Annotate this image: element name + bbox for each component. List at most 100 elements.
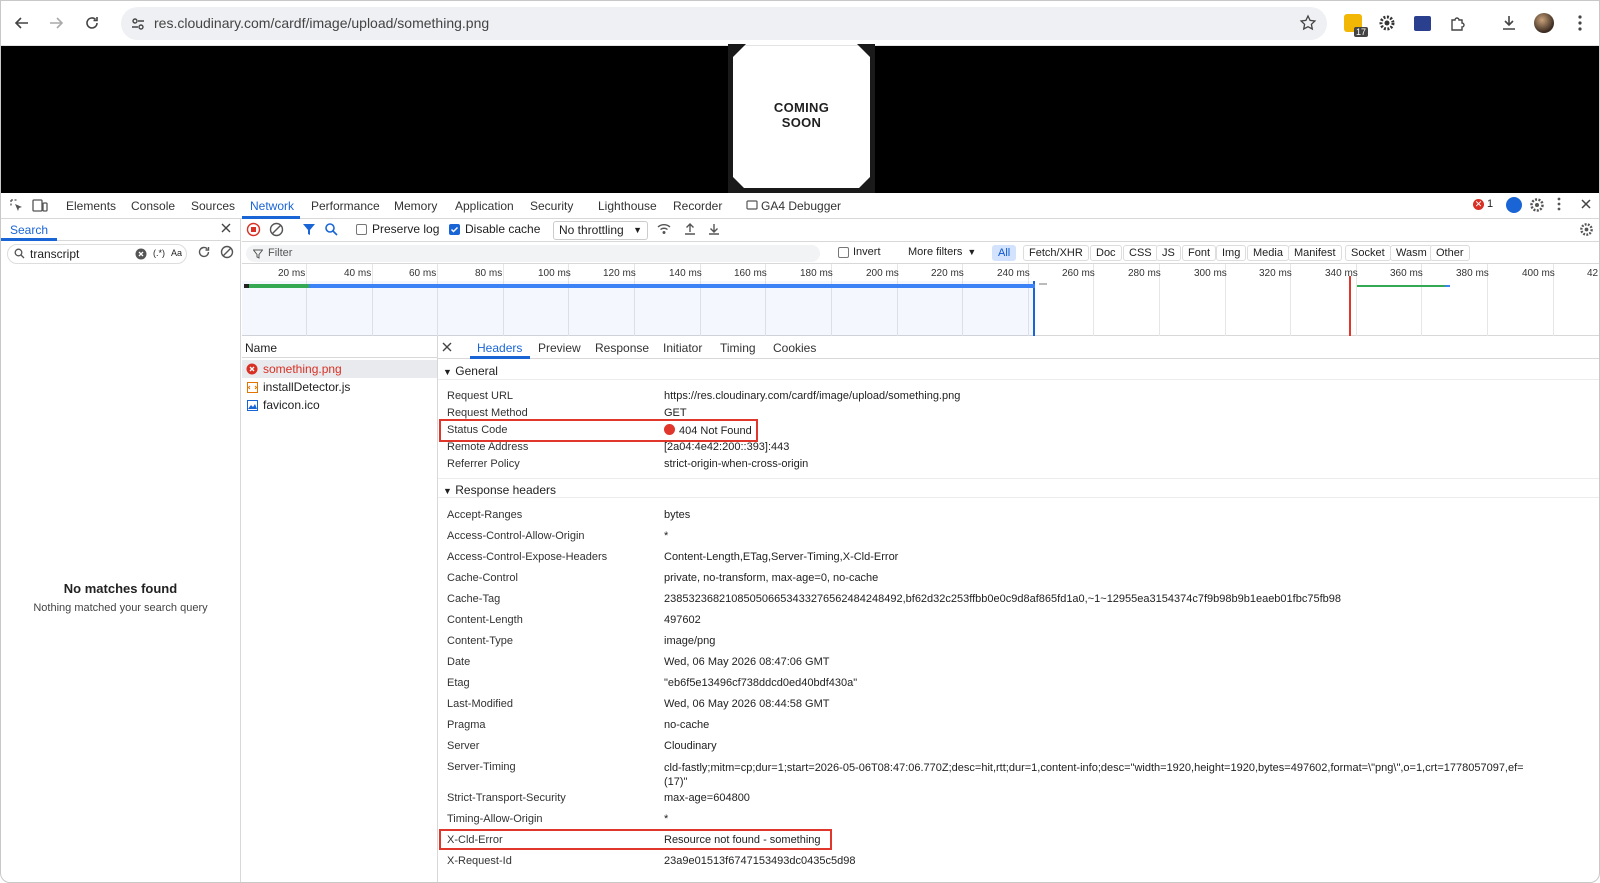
filter-chip-other[interactable]: Other [1430,245,1470,261]
close-search-icon[interactable] [220,222,232,237]
record-icon[interactable] [246,222,261,237]
filter-chip-css[interactable]: CSS [1123,245,1158,261]
disable-cache-box[interactable] [449,223,460,235]
tab-security[interactable]: Security [530,199,573,213]
clear-results-icon[interactable] [220,245,234,262]
download-icon[interactable] [1497,11,1521,35]
import-har-icon[interactable] [683,222,697,236]
header-value[interactable]: * [664,813,668,825]
tab-console[interactable]: Console [131,199,175,213]
clear-search-icon[interactable] [135,248,147,263]
settings-gear-icon[interactable] [1529,197,1545,216]
header-value[interactable]: image/png [664,635,715,647]
request-row[interactable]: something.png [242,360,437,378]
filter-icon[interactable] [302,222,316,236]
tab-cookies[interactable]: Cookies [773,341,816,355]
site-info-icon[interactable] [128,14,148,34]
tab-sources[interactable]: Sources [191,199,235,213]
header-value[interactable]: cld-fastly;mitm=cp;dur=1;start=2026-05-0… [664,761,1524,789]
tab-network[interactable]: Network [250,199,294,213]
more-filters-dropdown[interactable]: More filters ▼ [908,246,976,258]
search-query[interactable]: transcript [30,247,79,261]
avatar[interactable] [1532,11,1556,35]
gear-extension-icon[interactable] [1375,11,1399,35]
tab-memory[interactable]: Memory [394,199,437,213]
general-section-header[interactable]: ▼ General [438,360,1599,380]
filter-chip-media[interactable]: Media [1247,245,1289,261]
refresh-search-icon[interactable] [197,245,211,262]
case-toggle[interactable]: Aa [171,248,182,258]
back-icon[interactable] [9,10,35,36]
tab-search[interactable]: Search [10,223,48,237]
header-value[interactable]: bytes [664,509,690,521]
header-value[interactable]: Wed, 06 May 2026 08:47:06 GMT [664,656,830,668]
clear-log-icon[interactable] [269,222,284,237]
filter-chip-all[interactable]: All [992,245,1017,261]
disable-cache-checkbox[interactable]: Disable cache [449,222,540,236]
close-details-icon[interactable] [441,341,453,356]
bookmark-star-icon[interactable] [1299,14,1317,35]
tab-ga4-debugger[interactable]: GA4 Debugger [761,199,841,213]
header-value[interactable]: [2a04:4e42:200::393]:443 [664,441,789,453]
tab-application[interactable]: Application [455,199,514,213]
filter-chip-font[interactable]: Font [1182,245,1217,261]
network-settings-icon[interactable] [1579,222,1594,237]
tab-performance[interactable]: Performance [311,199,380,213]
reload-icon[interactable] [79,10,105,36]
header-value[interactable]: Cloudinary [664,740,717,752]
tab-recorder[interactable]: Recorder [673,199,722,213]
header-value[interactable]: 23a9e01513f6747153493dc0435c5d98 [664,855,855,867]
preserve-log-checkbox[interactable]: Preserve log [356,222,439,236]
menu-dots-icon[interactable] [1568,11,1592,35]
header-value[interactable]: Wed, 06 May 2026 08:44:58 GMT [664,698,830,710]
preserve-log-box[interactable] [356,223,367,235]
header-value[interactable]: 497602 [664,614,701,626]
request-row[interactable]: installDetector.js [242,378,437,396]
tab-timing[interactable]: Timing [720,341,756,355]
error-count-badge[interactable]: ✕ 1 [1473,198,1493,210]
address-bar[interactable]: res.cloudinary.com/cardf/image/upload/so… [121,7,1327,40]
url-text[interactable]: res.cloudinary.com/cardf/image/upload/so… [154,15,489,31]
request-row[interactable]: favicon.ico [242,396,437,414]
tab-lighthouse[interactable]: Lighthouse [598,199,657,213]
throttling-select[interactable]: No throttling ▼ [553,221,648,240]
inspect-element-icon[interactable] [9,198,24,216]
invert-box[interactable] [838,246,849,258]
header-value[interactable]: https://res.cloudinary.com/cardf/image/u… [664,390,960,402]
tab-headers[interactable]: Headers [477,341,522,355]
sync-icon[interactable] [1506,197,1522,213]
network-conditions-icon[interactable] [656,222,672,236]
search-network-icon[interactable] [324,222,338,236]
filter-chip-wasm[interactable]: Wasm [1390,245,1433,261]
tab-elements[interactable]: Elements [66,199,116,213]
filter-chip-js[interactable]: JS [1156,245,1181,261]
invert-checkbox[interactable]: Invert [838,246,881,258]
tab-response[interactable]: Response [595,341,649,355]
header-value[interactable]: GET [664,407,687,419]
filter-chip-manifest[interactable]: Manifest [1288,245,1342,261]
header-value[interactable]: private, no-transform, max-age=0, no-cac… [664,572,878,584]
screen-extension-icon[interactable] [1410,11,1434,35]
header-value[interactable]: max-age=604800 [664,792,750,804]
filter-chip-img[interactable]: Img [1216,245,1247,261]
puzzle-extensions-icon[interactable] [1445,11,1469,35]
filter-input[interactable]: Filter [246,245,820,262]
forward-icon[interactable] [43,10,69,36]
device-toolbar-icon[interactable] [32,198,48,216]
extension-badge-icon[interactable]: 17 [1341,11,1368,37]
filter-chip-doc[interactable]: Doc [1090,245,1122,261]
header-value[interactable]: no-cache [664,719,709,731]
tab-preview[interactable]: Preview [538,341,581,355]
export-har-icon[interactable] [707,222,721,236]
more-options-icon[interactable] [1557,197,1561,214]
tab-initiator[interactable]: Initiator [663,341,702,355]
waterfall-overview[interactable]: 20 ms 40 ms 60 ms 80 ms 100 ms 120 ms 14… [242,264,1599,336]
header-value[interactable]: 238532368210850506653433276562484248492,… [664,593,1341,605]
header-value[interactable]: strict-origin-when-cross-origin [664,458,808,470]
header-value[interactable]: Content-Length,ETag,Server-Timing,X-Cld-… [664,551,898,563]
response-headers-section-header[interactable]: ▼ Response headers [438,478,1599,498]
header-value[interactable]: "eb6f5e13496cf738ddcd0ed40bdf430a" [664,677,857,689]
filter-chip-socket[interactable]: Socket [1345,245,1391,261]
selection-range[interactable] [242,281,1035,336]
search-input[interactable]: transcript (.*) Aa [7,244,187,264]
